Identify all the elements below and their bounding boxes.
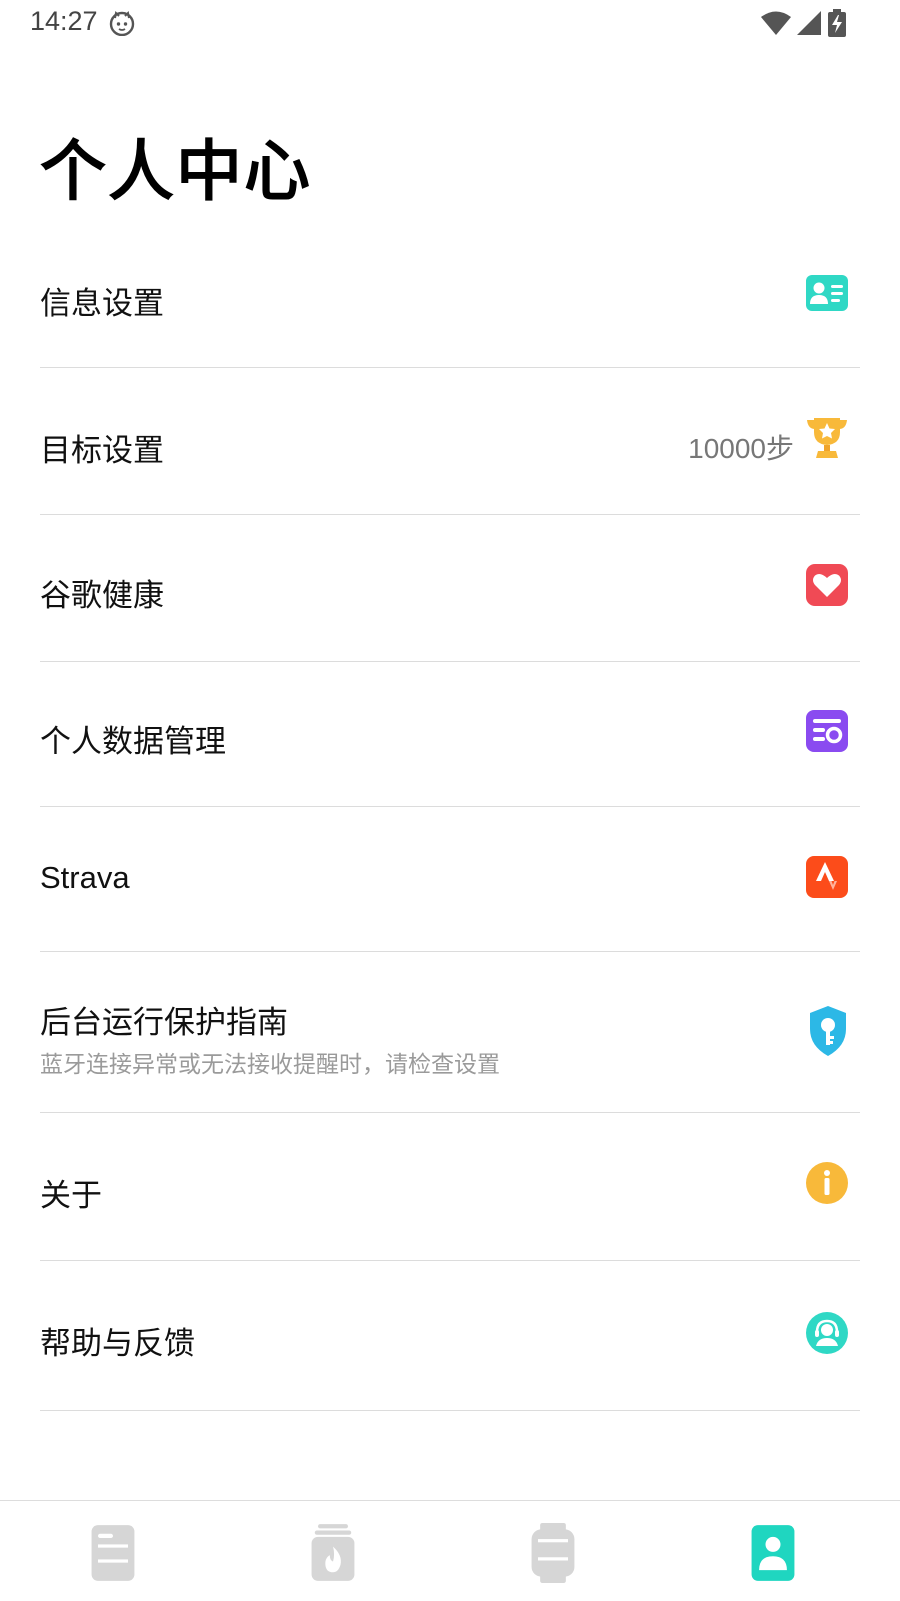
menu-item-google-health[interactable]: 谷歌健康: [40, 562, 860, 624]
data-manage-icon: [806, 710, 848, 752]
menu-item-goal-settings[interactable]: 目标设置 10000步: [40, 415, 860, 477]
divider: [40, 1260, 860, 1261]
menu-item-background-protection[interactable]: 后台运行保护指南 蓝牙连接异常或无法接收提醒时，请检查设置: [40, 995, 860, 1085]
menu-item-info-settings[interactable]: 信息设置: [40, 270, 860, 332]
menu-item-label: 关于: [40, 1178, 102, 1214]
menu-item-about[interactable]: 关于: [40, 1160, 860, 1222]
profile-icon[interactable]: [748, 1523, 798, 1583]
menu-item-label: 个人数据管理: [40, 724, 226, 760]
divider: [40, 367, 860, 368]
menu-item-label: Strava: [40, 860, 130, 895]
cellular-signal-icon: [797, 11, 821, 35]
menu-item-label: 目标设置: [40, 433, 164, 469]
page-title: 个人中心: [40, 133, 312, 210]
menu-item-label: 帮助与反馈: [40, 1326, 195, 1362]
divider: [40, 1410, 860, 1411]
divider: [40, 806, 860, 807]
info-icon: [806, 1162, 848, 1204]
menu-item-personal-data[interactable]: 个人数据管理: [40, 708, 860, 770]
strava-icon: [806, 856, 848, 898]
divider: [40, 951, 860, 952]
status-icons: [760, 8, 848, 38]
id-card-icon: [806, 275, 848, 311]
menu-item-help-feedback[interactable]: 帮助与反馈: [40, 1308, 860, 1370]
divider: [40, 1112, 860, 1113]
wifi-icon: [761, 11, 791, 35]
status-bar: 14:27: [0, 0, 900, 48]
divider: [40, 661, 860, 662]
support-agent-icon: [806, 1312, 848, 1354]
dashboard-icon[interactable]: [88, 1523, 138, 1583]
menu-item-label: 谷歌健康: [40, 578, 164, 614]
goal-steps-value: 10000步: [688, 433, 794, 464]
cat-notification-icon: [109, 10, 135, 36]
battery-charging-icon: [828, 9, 846, 37]
heart-icon: [806, 564, 848, 606]
shield-key-icon: [810, 1006, 846, 1056]
divider: [40, 514, 860, 515]
calories-icon[interactable]: [308, 1523, 358, 1583]
menu-item-label: 后台运行保护指南: [40, 1005, 288, 1041]
bottom-navigation: [0, 1500, 900, 1601]
watch-icon[interactable]: [528, 1523, 578, 1583]
status-time: 14:27: [30, 6, 98, 36]
menu-item-label: 信息设置: [40, 286, 164, 322]
menu-item-subtitle: 蓝牙连接异常或无法接收提醒时，请检查设置: [40, 1052, 500, 1078]
menu-item-strava[interactable]: Strava: [40, 852, 860, 914]
trophy-icon: [807, 418, 847, 458]
